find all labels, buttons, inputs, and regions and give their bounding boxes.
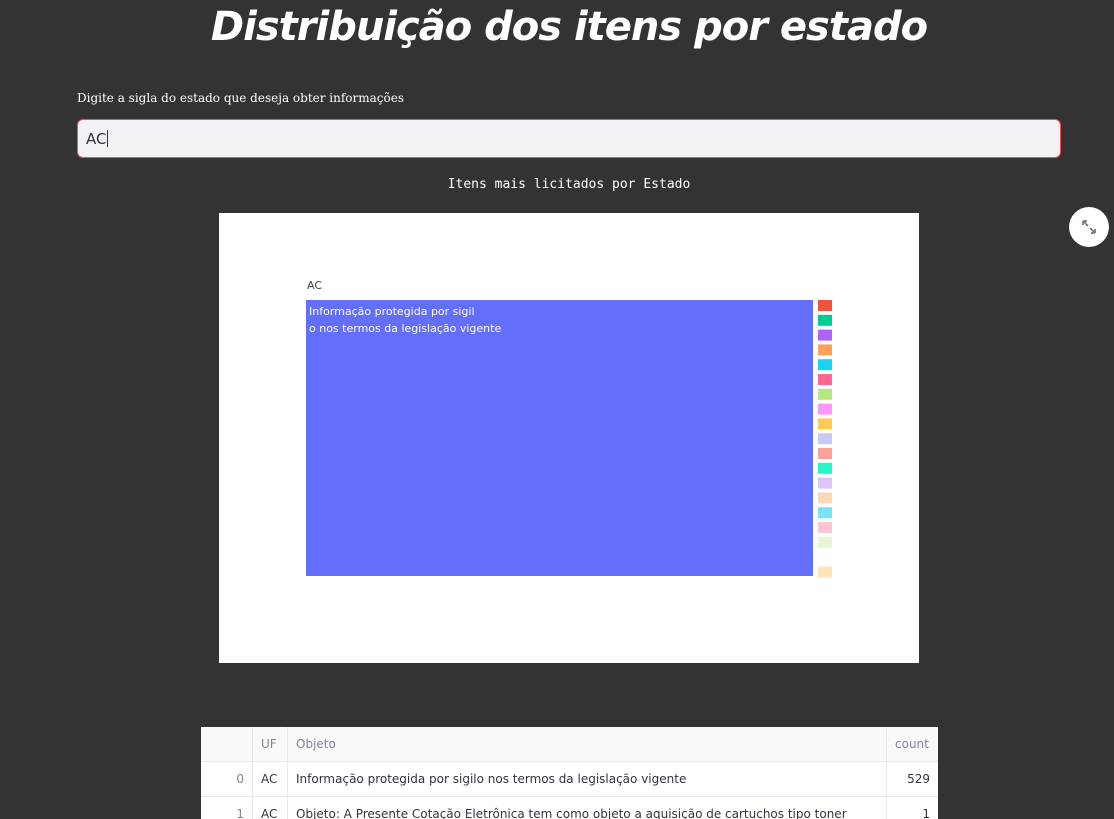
items-table[interactable]: UF Objeto count 0 AC Informação protegid… [201, 727, 938, 819]
treemap-tile-small[interactable] [818, 359, 832, 371]
row-objeto: Informação protegida por sigilo nos term… [288, 762, 887, 796]
row-count: 1 [922, 807, 930, 819]
table-row[interactable]: 0 AC Informação protegida por sigilo nos… [201, 762, 938, 797]
row-objeto: Objeto: A Presente Cotação Eletrônica te… [288, 797, 887, 819]
column-header-uf[interactable]: UF [253, 727, 288, 761]
row-index: 1 [201, 797, 253, 819]
treemap-tile-small[interactable] [818, 344, 832, 356]
treemap-tile-small[interactable] [818, 374, 832, 385]
row-count: 529 [907, 772, 930, 786]
treemap-chart-panel[interactable]: AC Informação protegida por sigil o nos … [219, 213, 919, 663]
table-header-row: UF Objeto count [201, 727, 938, 762]
state-input-label: Digite a sigla do estado que deseja obte… [77, 91, 404, 105]
treemap-tile-small[interactable] [818, 566, 832, 578]
treemap-tile-small[interactable] [818, 492, 832, 504]
treemap-tile-small[interactable] [818, 403, 832, 415]
treemap-tile-small[interactable] [818, 462, 832, 474]
treemap-tile-small[interactable] [818, 448, 832, 459]
treemap-tile-small[interactable] [818, 522, 832, 533]
treemap-tile-main[interactable] [306, 300, 813, 576]
treemap-tile-small[interactable] [818, 477, 832, 489]
treemap-tile-small[interactable] [818, 433, 832, 445]
row-index: 0 [201, 762, 253, 796]
fullscreen-button[interactable] [1069, 207, 1109, 247]
table-row[interactable]: 1 AC Objeto: A Presente Cotação Eletrôni… [201, 797, 938, 819]
expand-arrows-icon [1082, 220, 1096, 234]
page-title: Distribuição dos itens por estado [210, 4, 928, 50]
treemap-chart[interactable]: AC Informação protegida por sigil o nos … [219, 213, 919, 663]
treemap-root-label[interactable]: AC [307, 279, 322, 292]
state-input[interactable]: AC [77, 119, 1061, 158]
treemap-tile-small[interactable] [818, 388, 832, 400]
column-header-count[interactable]: count [887, 727, 938, 761]
text-caret [107, 130, 109, 147]
chart-heading: Itens mais licitados por Estado [447, 177, 691, 192]
treemap-tile-small[interactable] [818, 300, 832, 311]
row-uf: AC [253, 797, 288, 819]
state-input-value: AC [86, 129, 107, 148]
treemap-tile-main-label-line2: o nos termos da legislação vigente [309, 322, 501, 335]
column-header-index[interactable] [201, 727, 253, 761]
treemap-tile-small[interactable] [818, 329, 832, 341]
treemap-tile-main-label-line1: Informação protegida por sigil [309, 305, 475, 318]
treemap-small-tiles[interactable] [818, 300, 832, 578]
treemap-tile-small[interactable] [818, 536, 832, 548]
row-uf: AC [253, 762, 288, 796]
treemap-tile-small[interactable] [818, 507, 832, 519]
app-page: Distribuição dos itens por estado Digite… [0, 0, 1114, 819]
treemap-tile-small[interactable] [818, 418, 832, 430]
column-header-objeto[interactable]: Objeto [288, 727, 887, 761]
treemap-tile-small[interactable] [818, 314, 832, 326]
